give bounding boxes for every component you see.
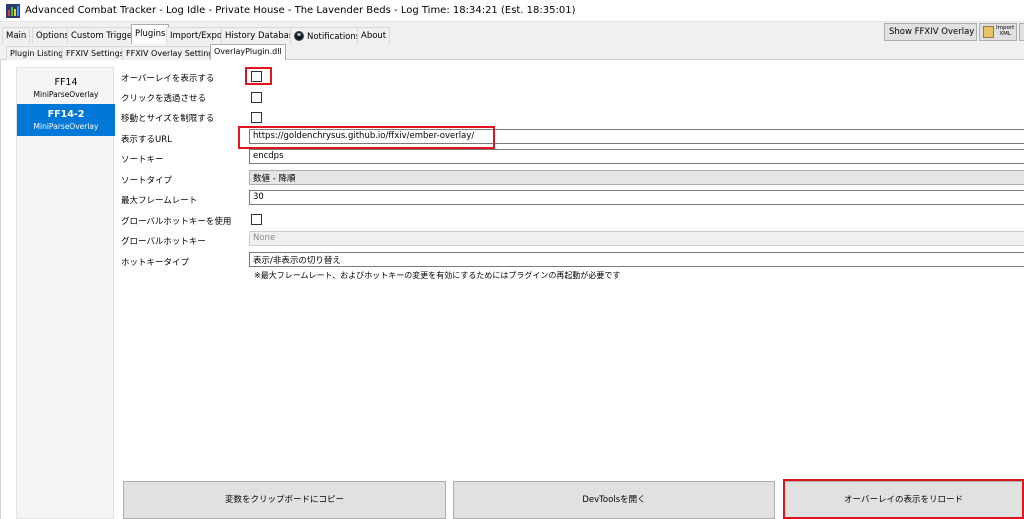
overlay-list: FF14 MiniParseOverlay FF14-2 MiniParseOv… (16, 67, 115, 519)
max-framerate-label: 最大フレームレート (121, 196, 198, 206)
overlay-type: MiniParseOverlay (33, 122, 99, 131)
subtab-overlayplugin-dll[interactable]: OverlayPlugin.dll (210, 44, 286, 60)
notification-globe-icon (294, 31, 304, 41)
subtab-plugin-listing[interactable]: Plugin Listing (6, 46, 68, 60)
tab-notifications-label: Notifications (307, 32, 361, 42)
hotkey-type-dropdown[interactable]: 表示/非表示の切り替え (249, 252, 1024, 267)
overlay-list-item-ff14-2[interactable]: FF14-2 MiniParseOverlay (17, 104, 115, 136)
window-titlebar: Advanced Combat Tracker - Log Idle - Pri… (0, 0, 1024, 22)
sort-key-label: ソートキー (121, 155, 164, 165)
main-tab-strip: Main Options Custom Triggers Plugins Imp… (0, 24, 1024, 44)
overflow-toolbar-button[interactable] (1019, 23, 1024, 41)
limit-move-resize-label: 移動とサイズを制限する (121, 114, 215, 124)
plugin-sub-tab-strip: Plugin Listing FFXIV Settings FFXIV Over… (0, 44, 1024, 60)
window-title: Advanced Combat Tracker - Log Idle - Pri… (25, 5, 576, 16)
show-ffxiv-overlay-button[interactable]: Show FFXIV Overlay (884, 23, 977, 41)
import-folder-icon (983, 26, 994, 38)
subtab-ffxiv-overlay-settings[interactable]: FFXIV Overlay Settings (122, 46, 222, 60)
url-label: 表示するURL (121, 135, 172, 145)
click-through-label: クリックを透過させる (121, 94, 207, 104)
import-xml-button[interactable]: Import XML (979, 23, 1017, 41)
use-global-hotkey-label: グローバルホットキーを使用 (121, 217, 232, 227)
overlay-type: MiniParseOverlay (33, 90, 99, 99)
open-devtools-button[interactable]: DevToolsを開く (453, 481, 775, 519)
sort-type-dropdown[interactable]: 数値 - 降順 (249, 170, 1024, 185)
max-framerate-input[interactable]: 30 (249, 190, 1024, 205)
copy-variables-button[interactable]: 変数をクリップボードにコピー (123, 481, 446, 519)
overlay-list-item-ff14[interactable]: FF14 MiniParseOverlay (17, 72, 115, 104)
import-label-line2: XML (999, 31, 1011, 37)
import-xml-label: Import XML (996, 25, 1014, 37)
sort-type-label: ソートタイプ (121, 176, 173, 186)
show-overlay-checkbox[interactable] (251, 71, 262, 82)
tab-notifications[interactable]: Notifications (290, 27, 365, 44)
url-input[interactable]: https://goldenchrysus.github.io/ffxiv/em… (249, 129, 1024, 144)
tab-plugins[interactable]: Plugins (131, 24, 170, 44)
global-hotkey-input[interactable]: None (249, 231, 1024, 246)
global-hotkey-label: グローバルホットキー (121, 237, 206, 247)
use-global-hotkey-checkbox[interactable] (251, 214, 262, 225)
tab-about[interactable]: About (357, 27, 391, 44)
sort-key-input[interactable]: encdps (249, 149, 1024, 164)
overlay-name: FF14 (54, 77, 78, 88)
click-through-checkbox[interactable] (251, 92, 262, 103)
limit-move-resize-checkbox[interactable] (251, 112, 262, 123)
tab-main[interactable]: Main (2, 27, 31, 44)
subtab-ffxiv-settings[interactable]: FFXIV Settings (62, 46, 128, 60)
hotkey-type-label: ホットキータイプ (121, 258, 190, 268)
show-overlay-label: オーバーレイを表示する (121, 74, 215, 84)
restart-note: ※最大フレームレート、およびホットキーの変更を有効にするためにはプラグインの再起… (254, 271, 621, 280)
act-app-icon (6, 4, 20, 18)
reload-overlay-button[interactable]: オーバーレイの表示をリロード (783, 481, 1024, 519)
overlay-name: FF14-2 (47, 109, 85, 120)
